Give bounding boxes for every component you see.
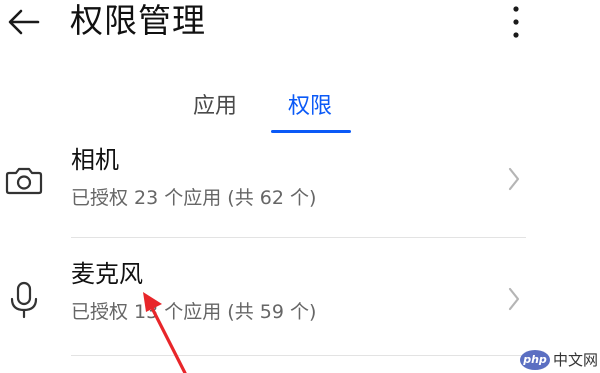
page-title: 权限管理 [70, 1, 206, 40]
chevron-right-icon [508, 167, 520, 191]
watermark-badge: php [520, 350, 550, 370]
permission-item-microphone[interactable]: 麦克风 已授权 13 个应用 (共 59 个) [0, 252, 600, 352]
list-divider [71, 237, 526, 238]
watermark-text: 中文网 [553, 351, 599, 369]
watermark-logo: php 中文网 [520, 348, 600, 373]
permission-summary: 已授权 23 个应用 (共 62 个) [71, 187, 317, 209]
permission-summary: 已授权 13 个应用 (共 59 个) [71, 301, 317, 323]
tab-active-indicator [271, 130, 351, 133]
tab-bar: 应用 权限 [0, 92, 600, 136]
chevron-right-icon [508, 287, 520, 311]
tab-apps[interactable]: 应用 [193, 92, 237, 122]
permission-management-screen: 权限管理 应用 权限 相机 已授权 23 个应用 (共 62 个) 麦克风 已授… [0, 0, 600, 373]
tab-permissions[interactable]: 权限 [288, 92, 332, 122]
back-arrow-icon [8, 9, 40, 35]
more-options-button[interactable] [504, 4, 528, 40]
permission-title: 相机 [71, 146, 119, 174]
list-divider [71, 355, 526, 356]
camera-icon [5, 167, 43, 195]
microphone-icon [10, 281, 38, 319]
back-button[interactable] [2, 2, 46, 42]
permission-title: 麦克风 [71, 260, 143, 288]
permission-item-camera[interactable]: 相机 已授权 23 个应用 (共 62 个) [0, 138, 600, 238]
more-vertical-icon [513, 6, 519, 38]
